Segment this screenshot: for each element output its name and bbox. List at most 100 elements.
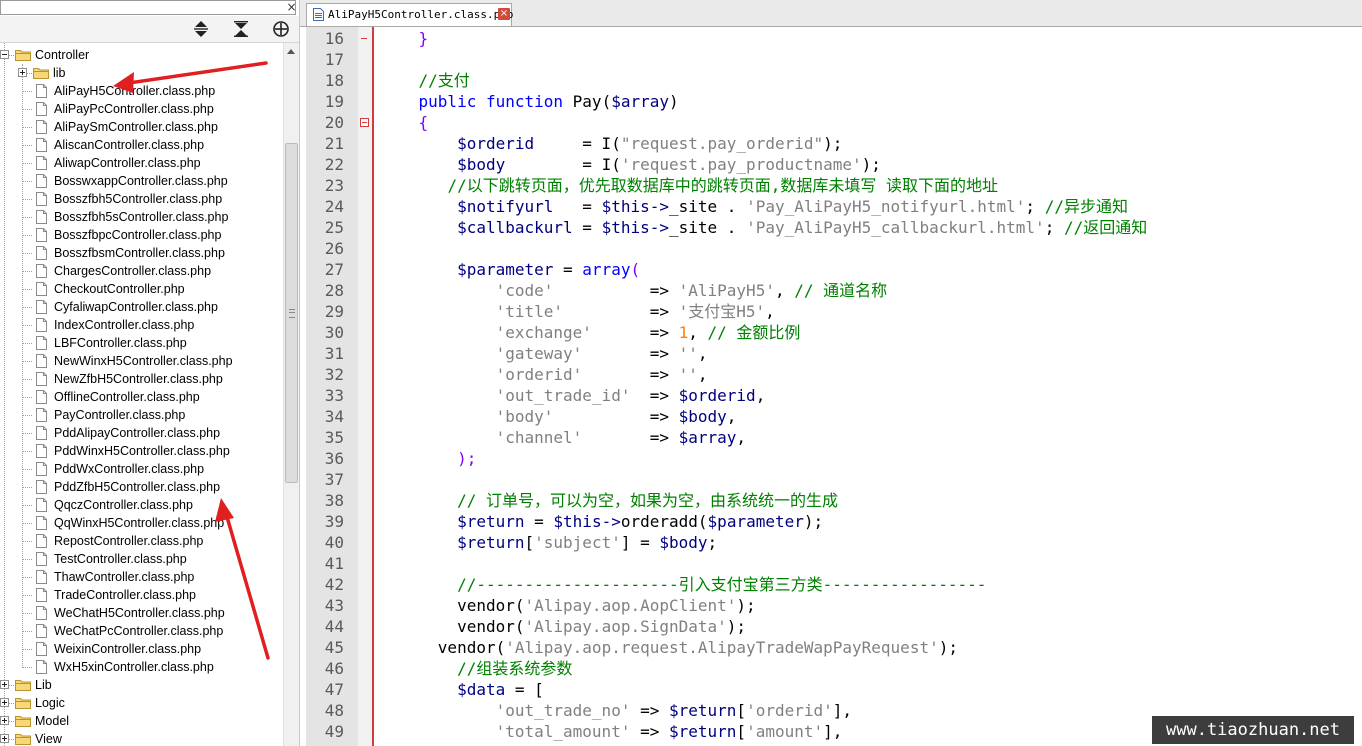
code-line[interactable]: //支付 — [380, 70, 470, 91]
tree-connector — [22, 145, 32, 146]
tree-file[interactable]: QqWinxH5Controller.class.php — [0, 514, 283, 532]
code-line[interactable]: $data = [ — [380, 679, 544, 700]
tree-file[interactable]: OfflineController.class.php — [0, 388, 283, 406]
tree-file[interactable]: PddZfbH5Controller.class.php — [0, 478, 283, 496]
tree-file[interactable]: WxH5xinController.class.php — [0, 658, 283, 676]
code-line[interactable]: 'out_trade_no' => $return['orderid'], — [380, 700, 852, 721]
collapse-icon[interactable] — [190, 19, 212, 39]
tree-file[interactable]: LBFController.class.php — [0, 334, 283, 352]
tree-scrollbar[interactable] — [283, 43, 299, 746]
tree-file[interactable]: ThawController.class.php — [0, 568, 283, 586]
code-line[interactable]: $return['subject'] = $body; — [380, 532, 717, 553]
tree-file[interactable]: AliPayPcController.class.php — [0, 100, 283, 118]
tree-file[interactable]: BosszfbpcController.class.php — [0, 226, 283, 244]
locate-icon[interactable] — [270, 19, 292, 39]
file-tree-panel: × Controller lib AliPayH5Controller.class.… — [0, 0, 300, 746]
tree-file[interactable]: WeChatH5Controller.class.php — [0, 604, 283, 622]
tree-file[interactable]: PayController.class.php — [0, 406, 283, 424]
expand-icon[interactable] — [0, 734, 9, 743]
scroll-thumb[interactable] — [285, 143, 298, 483]
code-token: $notifyurl — [457, 197, 554, 216]
tree-file[interactable]: IndexController.class.php — [0, 316, 283, 334]
tree-file[interactable]: QqczController.class.php — [0, 496, 283, 514]
grip-icon — [289, 309, 295, 318]
clear-filter-button[interactable]: × — [285, 1, 298, 14]
tree-folder[interactable]: Logic — [0, 694, 283, 712]
code-line[interactable]: vendor('Alipay.aop.SignData'); — [380, 616, 746, 637]
tree-file[interactable]: ChargesController.class.php — [0, 262, 283, 280]
tree-file[interactable]: RepostController.class.php — [0, 532, 283, 550]
code-token: ], — [832, 701, 853, 720]
code-line[interactable]: 'orderid' => '', — [380, 364, 708, 385]
code-line[interactable]: $orderid = I("request.pay_orderid"); — [380, 133, 842, 154]
code-line[interactable]: 'out_trade_id' => $orderid, — [380, 385, 766, 406]
code-line[interactable]: ); — [380, 448, 476, 469]
expand-icon[interactable] — [18, 68, 27, 77]
tree-item-label: WxH5xinController.class.php — [54, 660, 214, 674]
code-line[interactable]: //---------------------引入支付宝第三方类--------… — [380, 574, 986, 595]
tree-item-label: CyfaliwapController.class.php — [54, 300, 218, 314]
code-line[interactable]: 'code' => 'AliPayH5', // 通道名称 — [380, 280, 888, 301]
tree-file[interactable]: PddWxController.class.php — [0, 460, 283, 478]
tree-folder[interactable]: lib — [0, 64, 283, 82]
tree-filter-input[interactable] — [0, 0, 296, 15]
code-line[interactable]: vendor('Alipay.aop.AopClient'); — [380, 595, 756, 616]
code-line[interactable]: 'total_amount' => $return['amount'], — [380, 721, 843, 742]
tree-folder[interactable]: Controller — [0, 46, 283, 64]
code-line[interactable]: $callbackurl = $this->_site . 'Pay_AliPa… — [380, 217, 1147, 238]
code-line[interactable]: 'gateway' => '', — [380, 343, 708, 364]
code-line[interactable]: $return = $this->orderadd($parameter); — [380, 511, 823, 532]
code-token: 'total_amount' — [495, 722, 631, 741]
expand-icon[interactable] — [0, 698, 9, 707]
tree-file[interactable]: CheckoutController.php — [0, 280, 283, 298]
tree-file[interactable]: PddWinxH5Controller.class.php — [0, 442, 283, 460]
fold-toggle-icon[interactable] — [360, 118, 369, 127]
code-token: 1 — [678, 323, 689, 342]
tab-alipayh5controller[interactable]: AliPayH5Controller.class.php × — [306, 3, 513, 26]
tree-file[interactable]: AliwapController.class.php — [0, 154, 283, 172]
tree-file[interactable]: AliPaySmController.class.php — [0, 118, 283, 136]
code-text[interactable]: } //支付 public function Pay($array) { $or… — [374, 27, 1362, 746]
code-line[interactable]: //以下跳转页面，优先取数据库中的跳转页面,数据库未填写 读取下面的地址 — [380, 175, 998, 196]
code-line[interactable]: 'channel' => $array, — [380, 427, 746, 448]
code-line[interactable]: public function Pay($array) — [380, 91, 679, 112]
tree-file[interactable]: Bosszfbh5Controller.class.php — [0, 190, 283, 208]
code-line[interactable]: $body = I('request.pay_productname'); — [380, 154, 881, 175]
fold-margin[interactable] — [358, 27, 374, 746]
tree-file[interactable]: PddAlipayController.class.php — [0, 424, 283, 442]
code-line[interactable]: 'exchange' => 1, // 金额比例 — [380, 322, 801, 343]
tree-file[interactable]: TradeController.class.php — [0, 586, 283, 604]
tree-file[interactable]: Bosszfbh5sController.class.php — [0, 208, 283, 226]
code-line[interactable]: 'body' => $body, — [380, 406, 737, 427]
file-icon — [36, 138, 47, 152]
tree-file[interactable]: BosswxappController.class.php — [0, 172, 283, 190]
expand-icon[interactable] — [0, 716, 9, 725]
scroll-up-icon[interactable] — [287, 49, 295, 54]
code-line[interactable]: $notifyurl = $this->_site . 'Pay_AliPayH… — [380, 196, 1128, 217]
code-line[interactable]: { — [380, 112, 429, 133]
tree-file[interactable]: WeixinController.class.php — [0, 640, 283, 658]
code-line[interactable]: } — [380, 28, 429, 49]
tree-file[interactable]: NewWinxH5Controller.class.php — [0, 352, 283, 370]
tree-file[interactable]: BosszfbsmController.class.php — [0, 244, 283, 262]
tree-file[interactable]: AliscanController.class.php — [0, 136, 283, 154]
expand-all-icon[interactable] — [230, 19, 252, 39]
tree-folder[interactable]: View — [0, 730, 283, 746]
tree-file[interactable]: TestController.class.php — [0, 550, 283, 568]
tree-file[interactable]: NewZfbH5Controller.class.php — [0, 370, 283, 388]
code-line[interactable]: // 订单号，可以为空，如果为空，由系统统一的生成 — [380, 490, 838, 511]
close-tab-icon[interactable]: × — [498, 8, 510, 20]
code-line[interactable]: 'title' => '支付宝H5', — [380, 301, 775, 322]
tree-file[interactable]: CyfaliwapController.class.php — [0, 298, 283, 316]
code-line[interactable]: //组装系统参数 — [380, 658, 572, 679]
code-editor: AliPayH5Controller.class.php × 16 17 18 19 2… — [300, 0, 1362, 746]
tree-folder[interactable]: Lib — [0, 676, 283, 694]
tree-file[interactable]: WeChatPcController.class.php — [0, 622, 283, 640]
code-line[interactable]: $parameter = array( — [380, 259, 640, 280]
tree-folder[interactable]: Model — [0, 712, 283, 730]
code-line[interactable]: vendor('Alipay.aop.request.AlipayTradeWa… — [380, 637, 958, 658]
code-token: Pay( — [563, 92, 612, 111]
collapse-tree-icon[interactable] — [0, 50, 9, 59]
expand-icon[interactable] — [0, 680, 9, 689]
tree-file[interactable]: AliPayH5Controller.class.php — [0, 82, 283, 100]
